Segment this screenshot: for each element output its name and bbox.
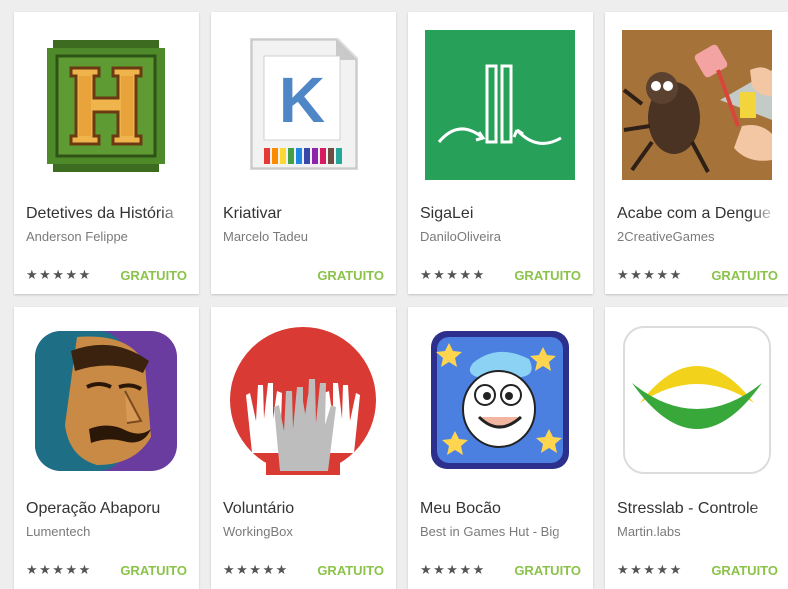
star-rating: ★★★★★ (617, 267, 683, 282)
app-title[interactable]: Operação Abaporu (26, 500, 186, 518)
app-title[interactable]: Voluntário (223, 500, 383, 518)
raised-hands-circle-icon[interactable] (228, 325, 378, 475)
mustached-detective-face-icon[interactable] (31, 325, 181, 475)
app-developer[interactable]: Lumentech (26, 524, 186, 539)
app-grid: Detetives da História Anderson Felippe ★… (0, 0, 788, 589)
green-yellow-arcs-icon[interactable] (622, 325, 772, 475)
green-congress-towers-icon[interactable] (425, 30, 575, 180)
app-card-acabe-com-a-dengue[interactable]: Acabe com a Dengue 2CreativeGames ★★★★★ … (605, 12, 788, 294)
star-rating: ★★★★★ (420, 562, 486, 577)
star-rating: ★★★★★ (26, 562, 92, 577)
app-title[interactable]: Detetives da História (26, 205, 186, 223)
cartoon-big-mouth-character-icon[interactable] (425, 325, 575, 475)
app-card-detetives-da-historia[interactable]: Detetives da História Anderson Felippe ★… (14, 12, 199, 294)
price-label[interactable]: GRATUITO (120, 563, 187, 578)
letter-k-page-with-colored-pencils-icon[interactable]: K (228, 30, 378, 180)
app-developer[interactable]: Best in Games Hut - Big (420, 524, 580, 539)
app-developer[interactable]: 2CreativeGames (617, 229, 777, 244)
app-card-kriativar[interactable]: K Kriativar Marcelo Tadeu GRATUITO (211, 12, 396, 294)
wooden-letter-h-icon[interactable] (31, 30, 181, 180)
price-label[interactable]: GRATUITO (120, 268, 187, 283)
price-label[interactable]: GRATUITO (514, 268, 581, 283)
app-card-operacao-abaporu[interactable]: Operação Abaporu Lumentech ★★★★★ GRATUIT… (14, 307, 199, 589)
price-label[interactable]: GRATUITO (317, 563, 384, 578)
app-developer[interactable]: DaniloOliveira (420, 229, 580, 244)
app-developer[interactable]: WorkingBox (223, 524, 383, 539)
mosquito-spray-flyswatter-icon[interactable] (622, 30, 772, 180)
app-developer[interactable]: Anderson Felippe (26, 229, 186, 244)
app-developer[interactable]: Marcelo Tadeu (223, 229, 383, 244)
star-rating: ★★★★★ (26, 267, 92, 282)
app-developer[interactable]: Martin.labs (617, 524, 777, 539)
app-card-voluntario[interactable]: Voluntário WorkingBox ★★★★★ GRATUITO (211, 307, 396, 589)
price-label[interactable]: GRATUITO (317, 268, 384, 283)
price-label[interactable]: GRATUITO (514, 563, 581, 578)
app-title[interactable]: Acabe com a Dengue (617, 205, 777, 223)
price-label[interactable]: GRATUITO (711, 563, 778, 578)
app-title[interactable]: Kriativar (223, 205, 383, 223)
app-card-meu-bocao[interactable]: Meu Bocão Best in Games Hut - Big ★★★★★ … (408, 307, 593, 589)
price-label[interactable]: GRATUITO (711, 268, 778, 283)
star-rating: ★★★★★ (420, 267, 486, 282)
app-title[interactable]: Meu Bocão (420, 500, 580, 518)
k-letter: K (279, 64, 325, 136)
star-rating: ★★★★★ (223, 562, 289, 577)
app-title[interactable]: SigaLei (420, 205, 580, 223)
star-rating: ★★★★★ (617, 562, 683, 577)
app-title[interactable]: Stresslab - Controle (617, 500, 777, 518)
app-card-sigalei[interactable]: SigaLei DaniloOliveira ★★★★★ GRATUITO (408, 12, 593, 294)
app-card-stresslab[interactable]: Stresslab - Controle Martin.labs ★★★★★ G… (605, 307, 788, 589)
